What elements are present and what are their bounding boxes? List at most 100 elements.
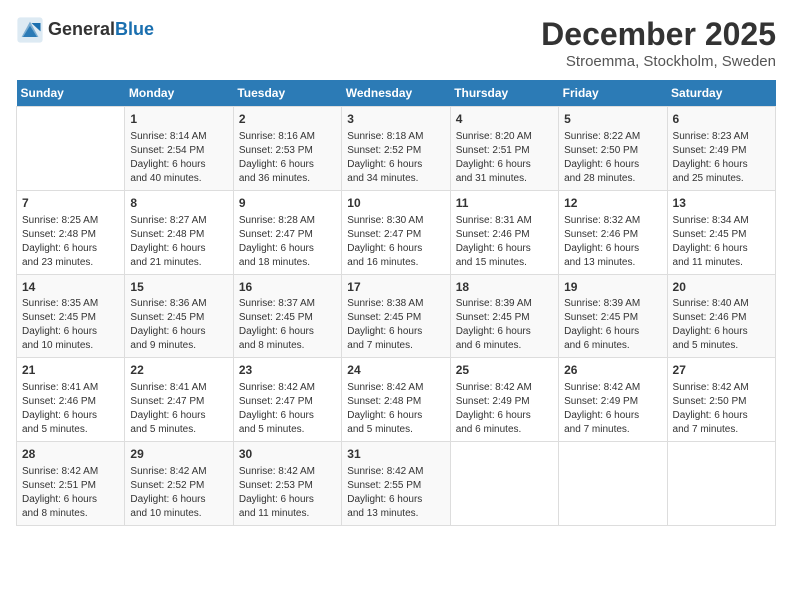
day-cell-27: 27 Sunrise: 8:42 AMSunset: 2:50 PMDayligh… [667, 358, 775, 442]
day-content-3: Sunrise: 8:18 AMSunset: 2:52 PMDaylight:… [347, 130, 444, 186]
day-content-10: Sunrise: 8:30 AMSunset: 2:47 PMDaylight:… [347, 214, 444, 270]
day-number-1: 1 [130, 111, 227, 128]
day-content-23: Sunrise: 8:42 AMSunset: 2:47 PMDaylight:… [239, 381, 336, 437]
day-number-14: 14 [22, 279, 119, 296]
day-cell-20: 20Sunrise: 8:40 AMSunset: 2:46 PMDayligh… [667, 274, 775, 358]
day-cell-28: 28Sunrise: 8:42 AMSunset: 2:51 PMDayligh… [17, 442, 125, 526]
day-cell-7: 7 Sunrise: 8:25 AMSunset: 2:48 PMDaylight… [17, 190, 125, 274]
day-cell-3: 3Sunrise: 8:18 AMSunset: 2:52 PMDaylight… [342, 107, 450, 191]
day-number-10: 10 [347, 195, 444, 212]
logo-icon [16, 16, 44, 44]
empty-cell [667, 442, 775, 526]
page-header: GeneralBlue December 2025 Stroemma, Stoc… [16, 16, 776, 70]
day-content-30: Sunrise: 8:42 AMSunset: 2:53 PMDaylight:… [239, 465, 336, 521]
day-content-6: Sunrise: 8:23 AMSunset: 2:49 PMDaylight:… [673, 130, 770, 186]
empty-cell [450, 442, 558, 526]
day-cell-26: 26Sunrise: 8:42 AMSunset: 2:49 PMDayligh… [559, 358, 667, 442]
day-content-15: Sunrise: 8:36 AMSunset: 2:45 PMDaylight:… [130, 297, 227, 353]
day-number-18: 18 [456, 279, 553, 296]
day-content-1: Sunrise: 8:14 AMSunset: 2:54 PMDaylight:… [130, 130, 227, 186]
day-cell-29: 29 Sunrise: 8:42 AMSunset: 2:52 PMDayligh… [125, 442, 233, 526]
day-number-23: 23 [239, 362, 336, 379]
day-content-24: Sunrise: 8:42 AMSunset: 2:48 PMDaylight:… [347, 381, 444, 437]
day-cell-30: 30 Sunrise: 8:42 AMSunset: 2:53 PMDayligh… [233, 442, 341, 526]
day-cell-16: 16Sunrise: 8:37 AMSunset: 2:45 PMDayligh… [233, 274, 341, 358]
header-wednesday: Wednesday [342, 80, 450, 107]
day-cell-5: 5 Sunrise: 8:22 AMSunset: 2:50 PMDaylight… [559, 107, 667, 191]
day-content-28: Sunrise: 8:42 AMSunset: 2:51 PMDaylight:… [22, 465, 119, 521]
day-cell-25: 25Sunrise: 8:42 AMSunset: 2:49 PMDayligh… [450, 358, 558, 442]
day-cell-1: 1 Sunrise: 8:14 AMSunset: 2:54 PMDaylight… [125, 107, 233, 191]
day-number-12: 12 [564, 195, 661, 212]
empty-cell [559, 442, 667, 526]
day-content-31: Sunrise: 8:42 AMSunset: 2:55 PMDaylight:… [347, 465, 444, 521]
day-content-9: Sunrise: 8:28 AMSunset: 2:47 PMDaylight:… [239, 214, 336, 270]
day-number-2: 2 [239, 111, 336, 128]
day-content-22: Sunrise: 8:41 AMSunset: 2:47 PMDaylight:… [130, 381, 227, 437]
day-content-4: Sunrise: 8:20 AMSunset: 2:51 PMDaylight:… [456, 130, 553, 186]
day-cell-9: 9 Sunrise: 8:28 AMSunset: 2:47 PMDaylight… [233, 190, 341, 274]
day-content-18: Sunrise: 8:39 AMSunset: 2:45 PMDaylight:… [456, 297, 553, 353]
day-number-11: 11 [456, 195, 553, 212]
calendar-week-5: 28Sunrise: 8:42 AMSunset: 2:51 PMDayligh… [17, 442, 776, 526]
day-number-24: 24 [347, 362, 444, 379]
day-number-7: 7 [22, 195, 119, 212]
header-thursday: Thursday [450, 80, 558, 107]
day-cell-12: 12Sunrise: 8:32 AMSunset: 2:46 PMDayligh… [559, 190, 667, 274]
day-number-9: 9 [239, 195, 336, 212]
day-content-21: Sunrise: 8:41 AMSunset: 2:46 PMDaylight:… [22, 381, 119, 437]
header-monday: Monday [125, 80, 233, 107]
day-content-16: Sunrise: 8:37 AMSunset: 2:45 PMDaylight:… [239, 297, 336, 353]
day-number-30: 30 [239, 446, 336, 463]
day-content-29: Sunrise: 8:42 AMSunset: 2:52 PMDaylight:… [130, 465, 227, 521]
empty-cell [17, 107, 125, 191]
day-content-25: Sunrise: 8:42 AMSunset: 2:49 PMDaylight:… [456, 381, 553, 437]
logo-text: GeneralBlue [48, 20, 154, 40]
day-content-26: Sunrise: 8:42 AMSunset: 2:49 PMDaylight:… [564, 381, 661, 437]
day-cell-15: 15Sunrise: 8:36 AMSunset: 2:45 PMDayligh… [125, 274, 233, 358]
day-cell-24: 24 Sunrise: 8:42 AMSunset: 2:48 PMDayligh… [342, 358, 450, 442]
day-content-14: Sunrise: 8:35 AMSunset: 2:45 PMDaylight:… [22, 297, 119, 353]
calendar-week-2: 7 Sunrise: 8:25 AMSunset: 2:48 PMDaylight… [17, 190, 776, 274]
header-tuesday: Tuesday [233, 80, 341, 107]
day-number-6: 6 [673, 111, 770, 128]
day-number-29: 29 [130, 446, 227, 463]
day-number-21: 21 [22, 362, 119, 379]
day-cell-18: 18Sunrise: 8:39 AMSunset: 2:45 PMDayligh… [450, 274, 558, 358]
day-cell-11: 11 Sunrise: 8:31 AMSunset: 2:46 PMDayligh… [450, 190, 558, 274]
day-content-20: Sunrise: 8:40 AMSunset: 2:46 PMDaylight:… [673, 297, 770, 353]
calendar-week-4: 21 Sunrise: 8:41 AMSunset: 2:46 PMDayligh… [17, 358, 776, 442]
day-number-19: 19 [564, 279, 661, 296]
day-number-5: 5 [564, 111, 661, 128]
day-cell-4: 4Sunrise: 8:20 AMSunset: 2:51 PMDaylight… [450, 107, 558, 191]
day-cell-8: 8 Sunrise: 8:27 AMSunset: 2:48 PMDaylight… [125, 190, 233, 274]
day-cell-6: 6 Sunrise: 8:23 AMSunset: 2:49 PMDaylight… [667, 107, 775, 191]
header-friday: Friday [559, 80, 667, 107]
day-cell-19: 19Sunrise: 8:39 AMSunset: 2:45 PMDayligh… [559, 274, 667, 358]
calendar-week-3: 14Sunrise: 8:35 AMSunset: 2:45 PMDayligh… [17, 274, 776, 358]
day-number-27: 27 [673, 362, 770, 379]
day-cell-31: 31Sunrise: 8:42 AMSunset: 2:55 PMDayligh… [342, 442, 450, 526]
day-number-15: 15 [130, 279, 227, 296]
title-block: December 2025 Stroemma, Stockholm, Swede… [541, 16, 776, 70]
logo: GeneralBlue [16, 16, 154, 44]
day-cell-14: 14Sunrise: 8:35 AMSunset: 2:45 PMDayligh… [17, 274, 125, 358]
day-content-11: Sunrise: 8:31 AMSunset: 2:46 PMDaylight:… [456, 214, 553, 270]
day-content-19: Sunrise: 8:39 AMSunset: 2:45 PMDaylight:… [564, 297, 661, 353]
day-number-20: 20 [673, 279, 770, 296]
header-saturday: Saturday [667, 80, 775, 107]
day-cell-17: 17Sunrise: 8:38 AMSunset: 2:45 PMDayligh… [342, 274, 450, 358]
day-number-22: 22 [130, 362, 227, 379]
day-content-5: Sunrise: 8:22 AMSunset: 2:50 PMDaylight:… [564, 130, 661, 186]
day-content-27: Sunrise: 8:42 AMSunset: 2:50 PMDaylight:… [673, 381, 770, 437]
day-content-8: Sunrise: 8:27 AMSunset: 2:48 PMDaylight:… [130, 214, 227, 270]
day-cell-13: 13Sunrise: 8:34 AMSunset: 2:45 PMDayligh… [667, 190, 775, 274]
calendar-table: SundayMondayTuesdayWednesdayThursdayFrid… [16, 80, 776, 526]
day-number-8: 8 [130, 195, 227, 212]
day-cell-21: 21 Sunrise: 8:41 AMSunset: 2:46 PMDayligh… [17, 358, 125, 442]
day-cell-22: 22 Sunrise: 8:41 AMSunset: 2:47 PMDayligh… [125, 358, 233, 442]
day-content-2: Sunrise: 8:16 AMSunset: 2:53 PMDaylight:… [239, 130, 336, 186]
day-content-7: Sunrise: 8:25 AMSunset: 2:48 PMDaylight:… [22, 214, 119, 270]
day-cell-10: 10 Sunrise: 8:30 AMSunset: 2:47 PMDayligh… [342, 190, 450, 274]
day-content-17: Sunrise: 8:38 AMSunset: 2:45 PMDaylight:… [347, 297, 444, 353]
